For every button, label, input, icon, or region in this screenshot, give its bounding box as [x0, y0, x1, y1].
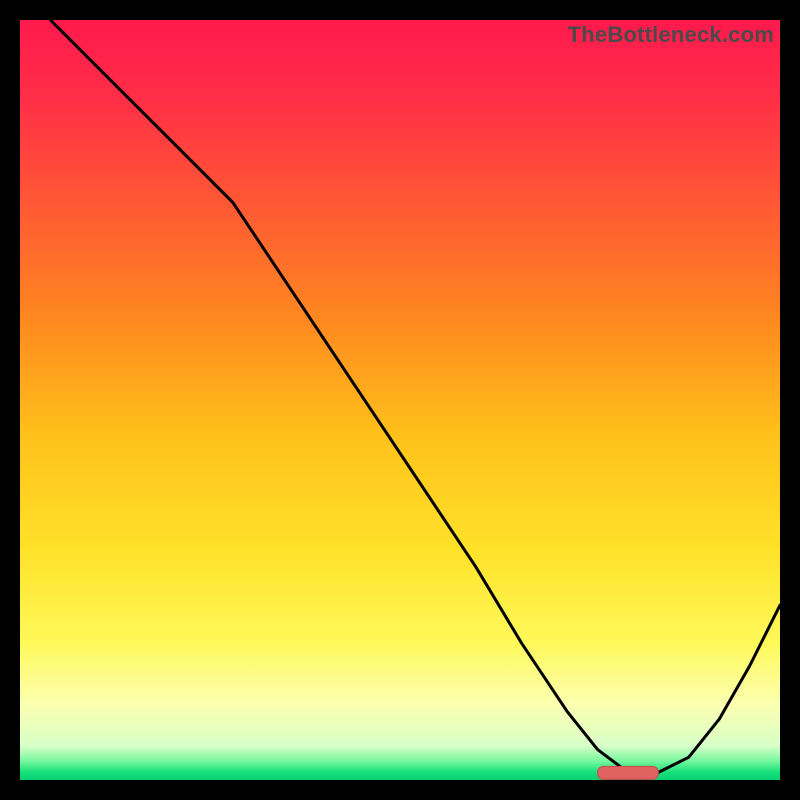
optimal-range-marker [598, 766, 659, 779]
bottleneck-chart [20, 20, 780, 780]
chart-frame: TheBottleneck.com [20, 20, 780, 780]
watermark-text: TheBottleneck.com [568, 22, 774, 48]
gradient-background [20, 20, 780, 780]
